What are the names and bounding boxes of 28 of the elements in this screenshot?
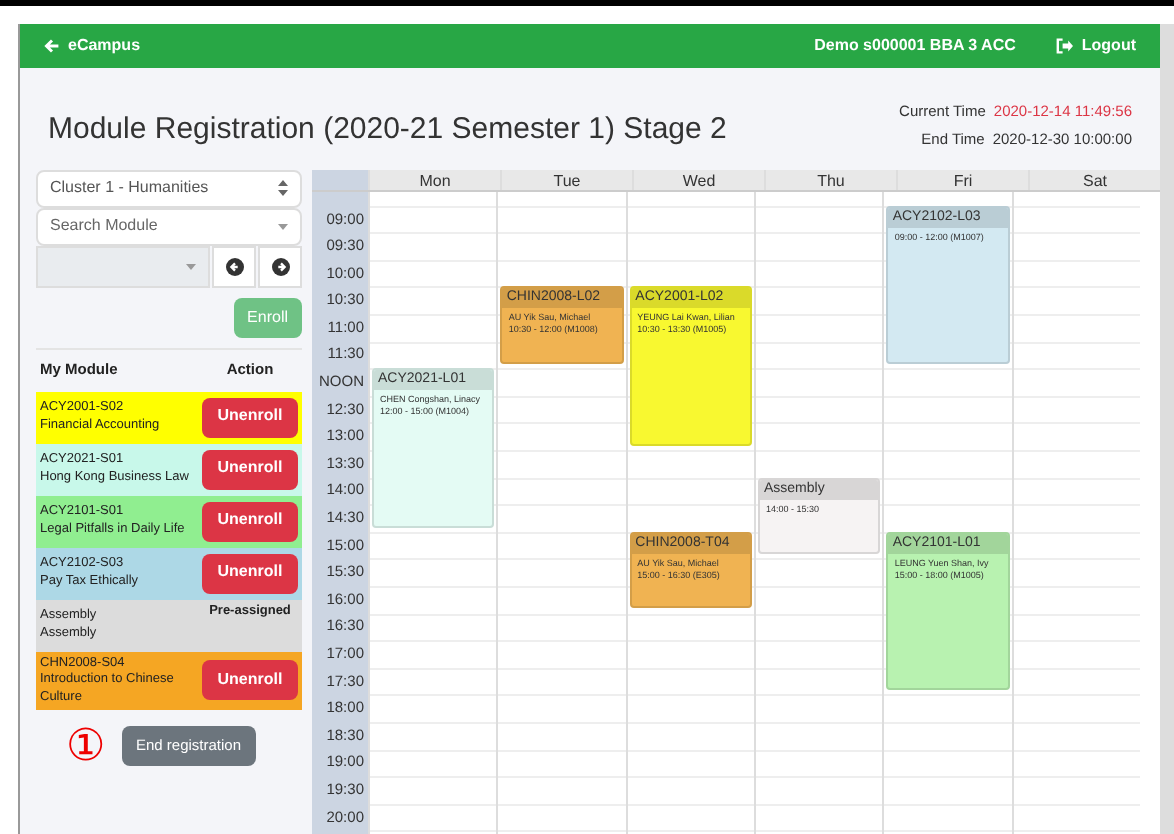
next-button[interactable]: [258, 245, 302, 287]
back-arrow-icon: [44, 38, 60, 54]
user-label: Demo s000001 BBA 3 ACC: [814, 34, 1016, 58]
cluster-select[interactable]: Cluster 1 - Humanities: [36, 169, 302, 207]
right-arrow-icon: [271, 257, 289, 275]
step-number: ①: [66, 724, 106, 768]
previous-button[interactable]: [212, 245, 256, 287]
day-header: Thu: [764, 169, 896, 189]
left-arrow-icon: [225, 257, 243, 275]
caret-icon: [278, 223, 288, 229]
sort-caret-icon: [278, 180, 288, 196]
page-title: Module Registration (2020-21 Semester 1) Stage 2: [48, 110, 727, 150]
caret-icon: [186, 263, 196, 269]
unenroll-button[interactable]: Unenroll: [202, 449, 298, 489]
day-header: Mon: [368, 169, 500, 189]
module-search-field[interactable]: Search Module: [36, 207, 302, 245]
back-link[interactable]: eCampus: [44, 34, 141, 58]
day-header: Tue: [500, 169, 632, 189]
day-header: Fri: [896, 169, 1028, 189]
unenroll-button[interactable]: Unenroll: [202, 501, 298, 541]
dropdown-field[interactable]: [36, 245, 210, 287]
day-header: Wed: [632, 169, 764, 189]
unenroll-button[interactable]: Unenroll: [202, 553, 298, 593]
logout-link[interactable]: Logout: [1055, 34, 1136, 58]
logout-icon: [1055, 38, 1074, 54]
unenroll-button[interactable]: Unenroll: [202, 660, 298, 701]
unenroll-button[interactable]: Unenroll: [202, 397, 298, 437]
scrollbar[interactable]: [1160, 24, 1174, 834]
